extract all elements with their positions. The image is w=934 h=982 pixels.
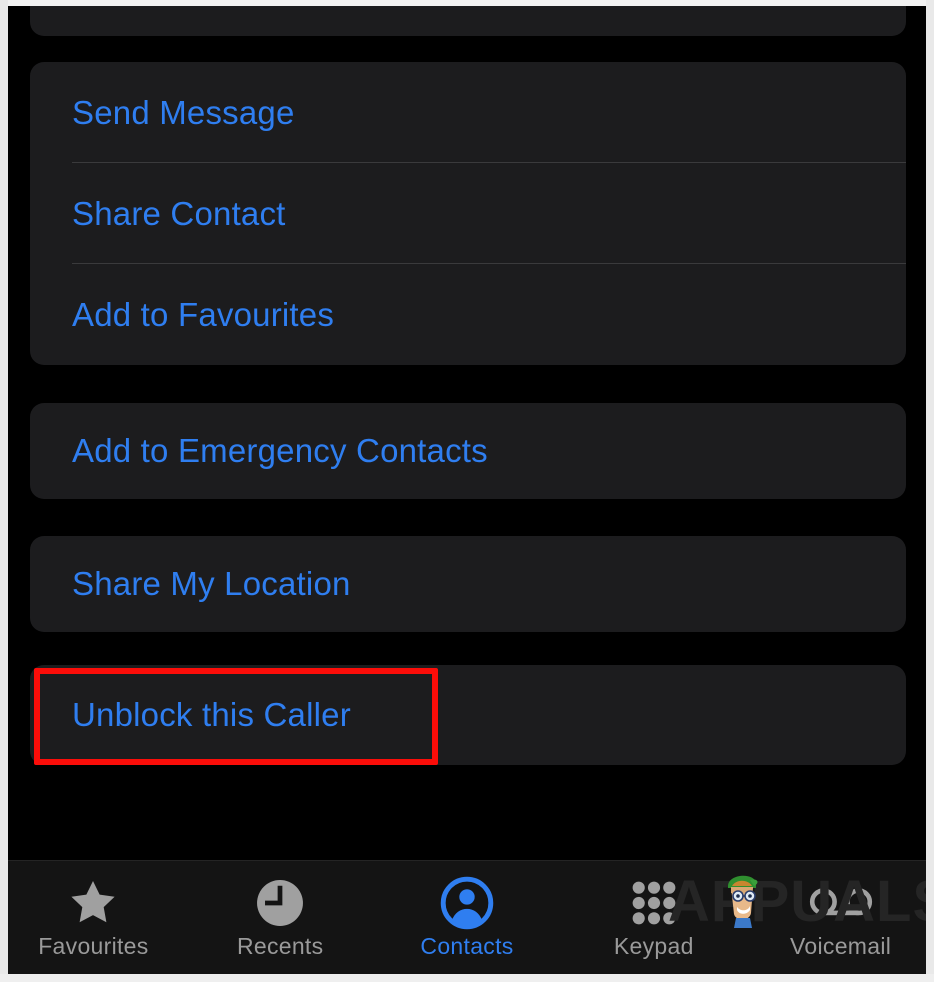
tab-keypad-label: Keypad bbox=[613, 933, 694, 959]
action-group-block: Unblock this Caller bbox=[30, 665, 906, 765]
unblock-this-caller-label: Unblock this Caller bbox=[72, 696, 351, 733]
unblock-this-caller-row[interactable]: Unblock this Caller bbox=[30, 665, 906, 765]
contacts-icon bbox=[439, 875, 495, 931]
tab-recents[interactable]: Recents bbox=[187, 861, 374, 974]
tab-contacts[interactable]: Contacts bbox=[374, 861, 561, 974]
action-group-emergency: Add to Emergency Contacts bbox=[30, 403, 906, 499]
contact-options-list[interactable]: Send Message Share Contact Add to Favour… bbox=[0, 0, 934, 860]
tab-voicemail[interactable]: Voicemail bbox=[747, 861, 934, 974]
add-to-emergency-contacts-row[interactable]: Add to Emergency Contacts bbox=[30, 403, 906, 499]
add-to-favourites-label: Add to Favourites bbox=[72, 295, 335, 333]
action-group-location: Share My Location bbox=[30, 536, 906, 632]
add-to-favourites-row[interactable]: Add to Favourites bbox=[30, 264, 906, 365]
star-icon bbox=[65, 875, 121, 931]
tab-voicemail-label: Voicemail bbox=[790, 933, 892, 959]
share-my-location-row[interactable]: Share My Location bbox=[30, 536, 906, 632]
send-message-row[interactable]: Send Message bbox=[30, 62, 906, 163]
add-to-emergency-contacts-label: Add to Emergency Contacts bbox=[72, 432, 488, 469]
clock-icon bbox=[253, 875, 307, 931]
voicemail-icon bbox=[809, 875, 873, 931]
tab-favourites-label: Favourites bbox=[38, 933, 149, 959]
keypad-icon bbox=[627, 875, 681, 931]
tab-favourites[interactable]: Favourites bbox=[0, 861, 187, 974]
share-contact-row[interactable]: Share Contact bbox=[30, 163, 906, 264]
send-message-label: Send Message bbox=[72, 93, 295, 131]
tab-bar: Favourites Recents Contacts Keypad Voice… bbox=[0, 860, 934, 974]
phone-contact-detail-screen: Send Message Share Contact Add to Favour… bbox=[0, 0, 934, 982]
share-my-location-label: Share My Location bbox=[72, 565, 351, 602]
share-contact-label: Share Contact bbox=[72, 194, 286, 232]
device-bezel-top bbox=[0, 0, 934, 6]
tab-recents-label: Recents bbox=[236, 933, 324, 959]
device-bezel-bottom bbox=[0, 974, 934, 982]
tab-keypad[interactable]: Keypad bbox=[560, 861, 747, 974]
tab-contacts-label: Contacts bbox=[420, 933, 514, 959]
action-group-primary: Send Message Share Contact Add to Favour… bbox=[30, 62, 906, 365]
